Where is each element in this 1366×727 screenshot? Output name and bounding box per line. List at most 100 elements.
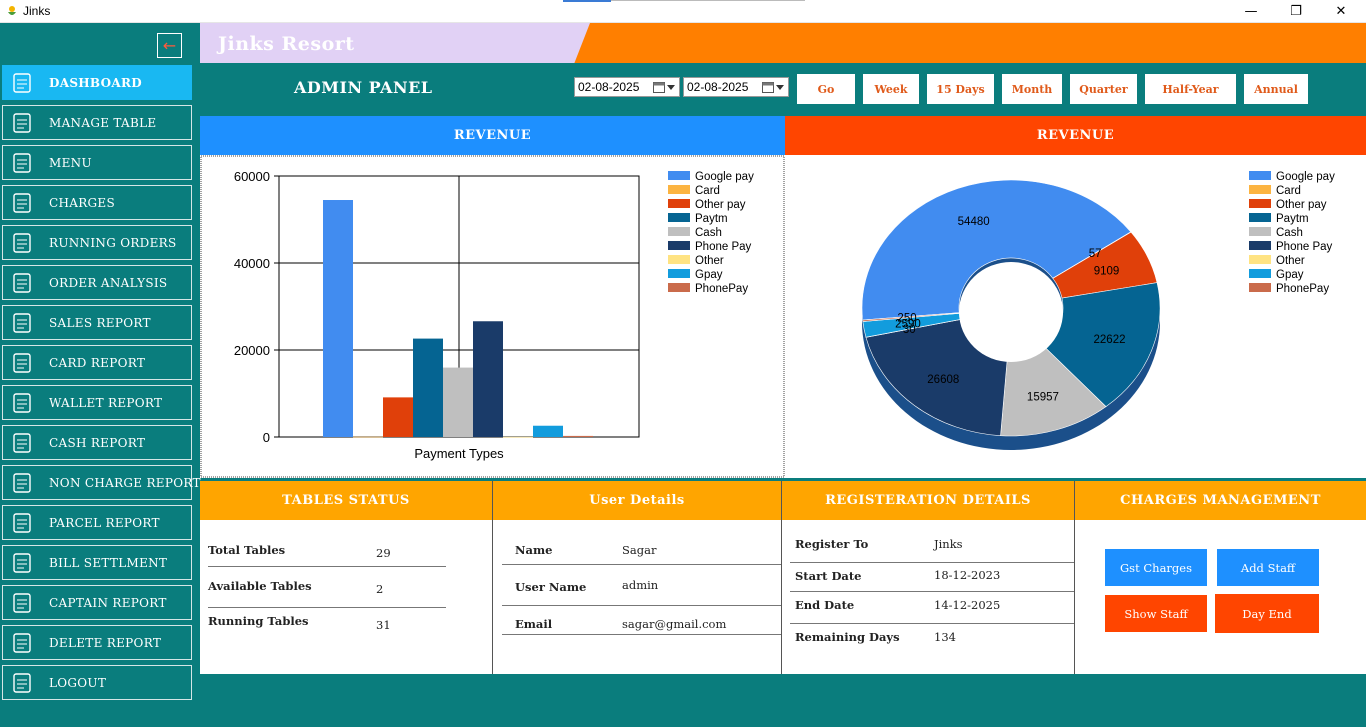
bar-google-pay bbox=[323, 200, 353, 437]
sidebar-item-parcel-report[interactable]: PARCEL REPORT bbox=[2, 505, 192, 540]
sidebar-item-cash-report[interactable]: CASH REPORT bbox=[2, 425, 192, 460]
legend-label: Gpay bbox=[695, 269, 723, 281]
bar-other-pay bbox=[383, 397, 413, 437]
divider bbox=[790, 591, 1074, 592]
name-value: Sagar bbox=[622, 543, 657, 557]
calendar-dropdown-icon[interactable] bbox=[653, 81, 675, 94]
pie-data-label: 15957 bbox=[1027, 392, 1059, 404]
sidebar-item-label: PARCEL REPORT bbox=[49, 516, 160, 530]
legend-swatch bbox=[1249, 241, 1271, 250]
divider bbox=[208, 566, 446, 567]
close-button[interactable]: ✕ bbox=[1318, 0, 1364, 23]
user-details-panel: Name Sagar User Name admin Email sagar@g… bbox=[493, 520, 781, 674]
registration-panel: Register To Jinks Start Date 18-12-2023 … bbox=[782, 520, 1074, 674]
menu-dish-icon bbox=[13, 153, 31, 173]
header-band: Jinks Resort bbox=[200, 23, 1366, 63]
sidebar-item-label: BILL SETTLMENT bbox=[49, 556, 168, 570]
sidebar-item-order-analysis[interactable]: ORDER ANALYSIS bbox=[2, 265, 192, 300]
maximize-button[interactable]: ❐ bbox=[1273, 0, 1319, 23]
sidebar-item-manage-table[interactable]: MANAGE TABLE bbox=[2, 105, 192, 140]
annual-button[interactable]: Annual bbox=[1244, 74, 1308, 104]
pie-data-label: 250 bbox=[897, 312, 916, 324]
pie-data-label: 9109 bbox=[1094, 265, 1120, 277]
sidebar-item-non-charge-report[interactable]: NON CHARGE REPORT bbox=[2, 465, 200, 500]
divider bbox=[790, 562, 1074, 563]
legend-swatch bbox=[668, 227, 690, 236]
start-date-label: Start Date bbox=[795, 569, 862, 583]
divider bbox=[502, 634, 781, 635]
add-staff-button[interactable]: Add Staff bbox=[1217, 549, 1319, 586]
pie-chart-panel: 54480 57 9109 22622 15957 26608 30 2590 250 Googl… bbox=[785, 155, 1366, 478]
sidebar-item-label: NON CHARGE REPORT bbox=[49, 476, 201, 490]
15-days-button[interactable]: 15 Days bbox=[927, 74, 994, 104]
show-staff-button[interactable]: Show Staff bbox=[1105, 595, 1207, 632]
email-value: sagar@gmail.com bbox=[622, 617, 727, 631]
to-date-value: 02-08-2025 bbox=[687, 80, 749, 94]
end-date-value: 14-12-2025 bbox=[934, 598, 1001, 612]
sidebar-item-menu[interactable]: MENU bbox=[2, 145, 192, 180]
charges-panel: Gst Charges Add Staff Show Staff Day End bbox=[1075, 520, 1366, 674]
sidebar-item-label: ORDER ANALYSIS bbox=[49, 276, 168, 290]
window-titlebar: Jinks — ❐ ✕ bbox=[0, 0, 1366, 23]
panel-divider bbox=[1074, 481, 1075, 674]
registration-header: REGISTERATION DETAILS bbox=[782, 481, 1074, 520]
quarter-button[interactable]: Quarter bbox=[1070, 74, 1137, 104]
calendar-dropdown-icon[interactable] bbox=[762, 81, 784, 94]
sidebar-item-label: CAPTAIN REPORT bbox=[49, 596, 167, 610]
back-button[interactable]: ← bbox=[157, 33, 182, 58]
legend-swatch bbox=[668, 213, 690, 222]
gst-charges-button[interactable]: Gst Charges bbox=[1105, 549, 1207, 586]
day-end-button[interactable]: Day End bbox=[1215, 594, 1319, 633]
end-date-label: End Date bbox=[795, 598, 855, 612]
back-arrow-icon: ← bbox=[162, 36, 177, 55]
legend-label: Cash bbox=[1276, 227, 1303, 239]
legend-label: Card bbox=[695, 185, 720, 197]
week-button[interactable]: Week bbox=[863, 74, 919, 104]
sidebar-item-label: SALES REPORT bbox=[49, 316, 151, 330]
to-date-picker[interactable]: 02-08-2025 bbox=[683, 77, 789, 97]
minimize-button[interactable]: — bbox=[1228, 0, 1274, 23]
running-tables-label: Running Tables bbox=[208, 614, 309, 628]
sidebar-item-wallet-report[interactable]: WALLET REPORT bbox=[2, 385, 192, 420]
sidebar-item-captain-report[interactable]: CAPTAIN REPORT bbox=[2, 585, 192, 620]
pie-data-label: 57 bbox=[1089, 248, 1102, 260]
sidebar-item-delete-report[interactable]: DELETE REPORT bbox=[2, 625, 192, 660]
sidebar-item-charges[interactable]: CHARGES bbox=[2, 185, 192, 220]
sidebar-item-bill-settlment[interactable]: BILL SETTLMENT bbox=[2, 545, 192, 580]
sidebar-item-card-report[interactable]: CARD REPORT bbox=[2, 345, 192, 380]
divider bbox=[208, 607, 446, 608]
legend-label: Phone Pay bbox=[695, 241, 752, 253]
sidebar-item-label: WALLET REPORT bbox=[49, 396, 163, 410]
legend-label: Paytm bbox=[1276, 213, 1309, 225]
go-button[interactable]: Go bbox=[797, 74, 855, 104]
brand-title: Jinks Resort bbox=[218, 33, 355, 55]
bar-gpay bbox=[533, 425, 563, 437]
sales-report-icon bbox=[13, 313, 31, 333]
legend-label: Other bbox=[695, 255, 724, 267]
legend-label: Gpay bbox=[1276, 269, 1304, 281]
bill-icon bbox=[13, 553, 31, 573]
bar-other bbox=[503, 436, 533, 438]
legend-swatch bbox=[1249, 213, 1271, 222]
legend-swatch bbox=[668, 283, 690, 292]
sidebar-item-running-orders[interactable]: RUNNING ORDERS bbox=[2, 225, 192, 260]
sidebar-item-logout[interactable]: LOGOUT bbox=[2, 665, 192, 700]
user-details-header: User Details bbox=[493, 481, 781, 520]
revenue-pie-header: REVENUE bbox=[785, 116, 1366, 155]
legend-swatch bbox=[668, 269, 690, 278]
half-year-button[interactable]: Half-Year bbox=[1145, 74, 1236, 104]
sidebar-item-dashboard[interactable]: DASHBOARD bbox=[2, 65, 192, 100]
sidebar-item-label: DELETE REPORT bbox=[49, 636, 162, 650]
document-icon bbox=[13, 473, 31, 493]
legend-label: Paytm bbox=[695, 213, 728, 225]
legend-swatch bbox=[668, 185, 690, 194]
analysis-doc-icon bbox=[13, 273, 31, 293]
from-date-value: 02-08-2025 bbox=[578, 80, 640, 94]
app-icon bbox=[8, 6, 16, 15]
month-button[interactable]: Month bbox=[1002, 74, 1062, 104]
sidebar-item-sales-report[interactable]: SALES REPORT bbox=[2, 305, 192, 340]
from-date-picker[interactable]: 02-08-2025 bbox=[574, 77, 680, 97]
legend-swatch bbox=[668, 171, 690, 180]
panel-divider bbox=[781, 481, 782, 674]
delete-doc-icon bbox=[13, 633, 31, 653]
